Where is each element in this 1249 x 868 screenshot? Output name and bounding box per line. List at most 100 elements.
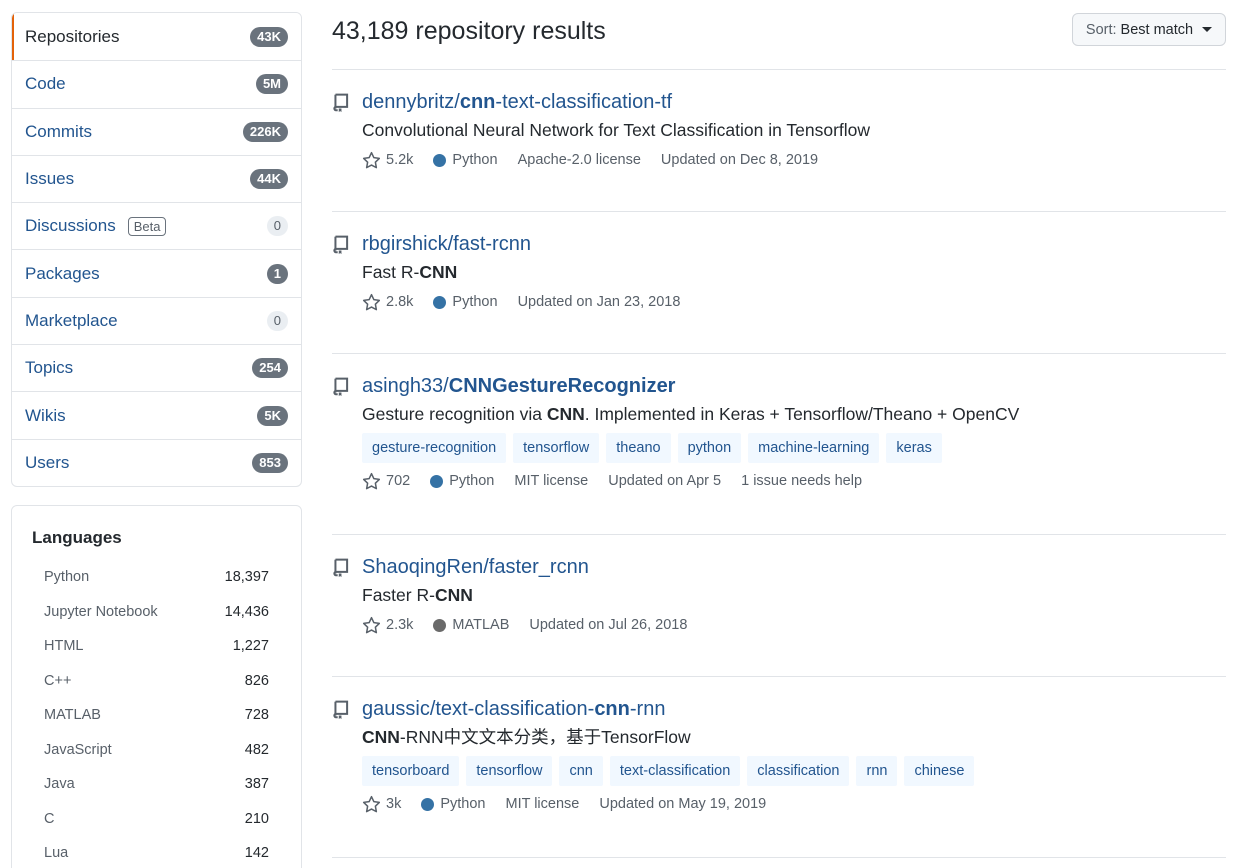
description-part: CNN bbox=[434, 585, 473, 605]
repo-name-part: dennybritz/ bbox=[362, 91, 460, 113]
topic-tag[interactable]: tensorflow bbox=[513, 433, 600, 463]
topic-tag[interactable]: cnn bbox=[559, 756, 603, 786]
menu-item-topics[interactable]: Topics 254 bbox=[12, 344, 301, 391]
topic-tags: tensorboard tensorflow cnn text-classificat… bbox=[362, 756, 1226, 786]
repo-name-part: fast-rcnn bbox=[453, 233, 531, 255]
language-filter-c[interactable]: C 210 bbox=[32, 802, 281, 837]
stars-link[interactable]: 3k bbox=[362, 794, 401, 814]
repo-name-link[interactable]: asingh33/CNNGestureRecognizer bbox=[362, 373, 1226, 399]
star-icon bbox=[362, 151, 381, 168]
repo-body: gaussic/text-classification-cnn-rnn CNN-R… bbox=[362, 696, 1226, 814]
repo-name-link[interactable]: gaussic/text-classification-cnn-rnn bbox=[362, 696, 1226, 722]
stars-count: 2.3k bbox=[386, 617, 414, 633]
menu-item-issues[interactable]: Issues 44K bbox=[12, 154, 301, 202]
repo-body: asingh33/CNNGestureRecognizer Gesture rec… bbox=[362, 373, 1226, 491]
repo-language: MATLAB bbox=[433, 615, 509, 635]
topic-tag[interactable]: tensorflow bbox=[466, 756, 553, 786]
language-filter-java[interactable]: Java 387 bbox=[32, 767, 281, 802]
repo-meta: 2.8k Python Updated on Jan 23, 2018 bbox=[362, 292, 1226, 312]
repo-name-part: gaussic/ bbox=[362, 698, 436, 720]
stars-count: 3k bbox=[386, 796, 402, 812]
menu-item-discussions[interactable]: Discussions Beta 0 bbox=[12, 202, 301, 249]
language-filter-jupyter-notebook[interactable]: Jupyter Notebook 14,436 bbox=[32, 595, 281, 630]
divider bbox=[332, 69, 1226, 70]
repo-language: Python bbox=[421, 794, 485, 814]
repo-name-part: cnn bbox=[459, 91, 496, 113]
repo-name-link[interactable]: dennybritz/cnn-text-classification-tf bbox=[362, 89, 1226, 115]
menu-item-packages[interactable]: Packages 1 bbox=[12, 249, 301, 296]
menu-item-label: Wikis bbox=[25, 406, 257, 426]
stars-link[interactable]: 702 bbox=[362, 471, 410, 491]
topic-tag[interactable]: theano bbox=[606, 433, 671, 463]
caret-down-icon bbox=[1202, 27, 1213, 32]
count-badge: 43K bbox=[250, 26, 288, 47]
repo-result-item: asingh33/CNNGestureRecognizer Gesture rec… bbox=[332, 373, 1226, 535]
topic-tag[interactable]: text-classification bbox=[609, 756, 741, 786]
language-name: Jupyter Notebook bbox=[44, 603, 158, 620]
description-part: Convolutional Neural Network for Text Cl… bbox=[362, 120, 871, 140]
language-name: MATLAB bbox=[44, 707, 101, 724]
topic-tag[interactable]: gesture-recognition bbox=[362, 433, 507, 463]
topic-tag[interactable]: tensorboard bbox=[362, 756, 460, 786]
stars-count: 2.8k bbox=[386, 294, 414, 310]
language-filter-javascript[interactable]: JavaScript 482 bbox=[32, 733, 281, 768]
repo-name-link[interactable]: ShaoqingRen/faster_rcnn bbox=[362, 554, 1226, 580]
menu-item-repositories[interactable]: Repositories 43K bbox=[12, 13, 301, 61]
topic-tag[interactable]: chinese bbox=[904, 756, 975, 786]
language-count: 142 bbox=[244, 845, 269, 862]
star-icon bbox=[362, 472, 381, 489]
language-name: HTML bbox=[44, 638, 84, 655]
count-badge: 5K bbox=[257, 405, 288, 426]
repo-name-part: -text-classification-tf bbox=[495, 91, 673, 113]
repo-icon bbox=[333, 558, 349, 578]
menu-item-marketplace[interactable]: Marketplace 0 bbox=[12, 296, 301, 344]
menu-item-code[interactable]: Code 5M bbox=[12, 60, 301, 107]
language-filter-lua[interactable]: Lua 142 bbox=[32, 836, 281, 868]
description-part: Fast R- bbox=[362, 262, 420, 282]
repo-name-part: -rnn bbox=[629, 698, 666, 720]
menu-item-label: Repositories bbox=[25, 27, 250, 47]
topic-tag[interactable]: rnn bbox=[856, 756, 898, 786]
description-part: . Implemented in Keras + Tensorflow/Thea… bbox=[584, 404, 1020, 424]
count-badge: 5M bbox=[255, 74, 288, 95]
menu-item-wikis[interactable]: Wikis 5K bbox=[12, 391, 301, 438]
language-filter-matlab[interactable]: MATLAB 728 bbox=[32, 698, 281, 733]
menu-item-commits[interactable]: Commits 226K bbox=[12, 107, 301, 155]
language-name: Python bbox=[452, 152, 498, 168]
repo-name-part: faster_rcnn bbox=[488, 556, 589, 578]
stars-link[interactable]: 2.8k bbox=[362, 292, 413, 312]
topic-tag[interactable]: python bbox=[677, 433, 742, 463]
repo-description: Convolutional Neural Network for Text Cl… bbox=[362, 118, 1226, 142]
language-count: 387 bbox=[244, 776, 269, 793]
language-color-dot bbox=[421, 797, 435, 811]
topic-tag[interactable]: classification bbox=[747, 756, 850, 786]
repo-language: Python bbox=[433, 150, 498, 170]
description-part: CNN bbox=[419, 262, 458, 282]
repo-license: MIT license bbox=[505, 796, 580, 812]
repo-icon bbox=[333, 93, 349, 113]
topic-tag[interactable]: machine-learning bbox=[748, 433, 880, 463]
repo-meta: 2.3k MATLAB Updated on Jul 26, 2018 bbox=[362, 615, 1226, 635]
language-name: Python bbox=[449, 473, 495, 489]
language-filter-c-[interactable]: C++ 826 bbox=[32, 664, 281, 699]
language-filter-html[interactable]: HTML 1,227 bbox=[32, 629, 281, 664]
language-name: C++ bbox=[44, 672, 72, 689]
stars-link[interactable]: 5.2k bbox=[362, 150, 413, 170]
repo-name-part: CNNGestureRecognizer bbox=[448, 375, 676, 397]
language-count: 482 bbox=[244, 741, 269, 758]
issues-need-help-link[interactable]: 1 issue needs help bbox=[741, 471, 862, 491]
repo-updated: Updated on Apr 5 bbox=[608, 473, 722, 489]
star-icon bbox=[362, 616, 381, 633]
menu-item-users[interactable]: Users 853 bbox=[12, 438, 301, 486]
menu-item-text: Commits bbox=[25, 121, 93, 141]
sort-dropdown-button[interactable]: Sort: Best match bbox=[1072, 13, 1226, 46]
menu-item-label: Discussions Beta bbox=[25, 216, 267, 236]
topic-tag[interactable]: keras bbox=[886, 433, 942, 463]
language-filter-python[interactable]: Python 18,397 bbox=[32, 560, 281, 595]
repo-result-item: rbgirshick/fast-rcnn Fast R-CNN 2.8k Python… bbox=[332, 231, 1226, 354]
repo-name-link[interactable]: rbgirshick/fast-rcnn bbox=[362, 231, 1226, 257]
stars-link[interactable]: 2.3k bbox=[362, 615, 413, 635]
repo-body: dennybritz/cnn-text-classification-tf Con… bbox=[362, 89, 1226, 170]
language-name: Lua bbox=[44, 845, 69, 862]
description-part: CNN bbox=[362, 727, 400, 747]
